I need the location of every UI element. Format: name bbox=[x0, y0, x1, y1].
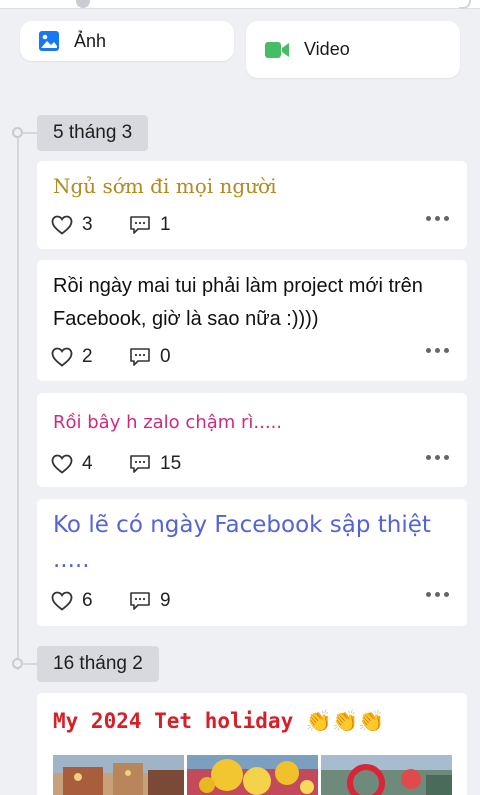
post-card[interactable]: Rồi ngày mai tui phải làm project mới tr… bbox=[37, 260, 467, 381]
post-photo[interactable] bbox=[321, 755, 452, 795]
timeline-line bbox=[17, 130, 19, 670]
post-card[interactable]: Rồi bây h zalo chậm rì..... 4 15 bbox=[37, 393, 467, 487]
like-count[interactable]: 6 bbox=[51, 590, 93, 612]
post-card[interactable]: Ngủ sớm đi mọi người 3 1 bbox=[37, 161, 467, 249]
comment-count[interactable]: 9 bbox=[129, 590, 171, 612]
post-card[interactable]: My 2024 Tet holiday 👏👏👏 bbox=[37, 693, 467, 795]
heart-icon bbox=[51, 215, 73, 235]
comment-icon bbox=[130, 216, 150, 234]
comment-count-value: 0 bbox=[160, 346, 171, 367]
comment-count[interactable]: 1 bbox=[129, 214, 171, 236]
comment-count[interactable]: 15 bbox=[129, 453, 181, 475]
comment-count-value: 15 bbox=[160, 453, 182, 474]
post-stats: 6 9 bbox=[51, 588, 453, 614]
photo-button[interactable]: Ảnh bbox=[20, 21, 234, 61]
like-count[interactable]: 4 bbox=[51, 453, 93, 475]
post-text: Ko lẽ có ngày Facebook sập thiệt ..... bbox=[53, 512, 431, 573]
like-count-value: 2 bbox=[82, 346, 93, 367]
heart-icon bbox=[51, 347, 73, 367]
post-stats: 4 15 bbox=[51, 451, 453, 477]
like-count[interactable]: 2 bbox=[51, 346, 93, 368]
heart-icon bbox=[51, 591, 73, 611]
like-count-value: 6 bbox=[82, 590, 93, 611]
more-dots-icon[interactable] bbox=[426, 455, 449, 460]
photo-grid bbox=[53, 755, 452, 795]
like-count-value: 4 bbox=[82, 453, 93, 474]
post-text: My 2024 Tet holiday 👏👏👏 bbox=[53, 709, 385, 733]
post-text: Rồi bây h zalo chậm rì..... bbox=[53, 412, 283, 433]
photo-icon bbox=[38, 30, 60, 52]
top-edge bbox=[459, 0, 471, 9]
top-bar bbox=[0, 0, 480, 9]
post-photo[interactable] bbox=[187, 755, 318, 795]
comment-icon bbox=[130, 592, 150, 610]
comment-count-value: 1 bbox=[160, 214, 171, 235]
photo-label: Ảnh bbox=[74, 30, 107, 51]
heart-icon bbox=[51, 454, 73, 474]
post-photo[interactable] bbox=[53, 755, 184, 795]
more-dots-icon[interactable] bbox=[426, 216, 449, 221]
comment-count[interactable]: 0 bbox=[129, 346, 171, 368]
date-header: 5 tháng 3 bbox=[37, 115, 149, 151]
video-camera-icon bbox=[264, 40, 290, 60]
timeline-connector bbox=[22, 132, 38, 134]
more-dots-icon[interactable] bbox=[426, 348, 449, 353]
post-text: Ngủ sớm đi mọi người bbox=[53, 174, 277, 198]
comment-count-value: 9 bbox=[160, 590, 171, 611]
video-label: Video bbox=[304, 39, 350, 59]
like-count[interactable]: 3 bbox=[51, 214, 93, 236]
comment-icon bbox=[130, 455, 150, 473]
post-card[interactable]: Ko lẽ có ngày Facebook sập thiệt ..... 6… bbox=[37, 499, 467, 626]
post-stats: 2 0 bbox=[51, 344, 453, 370]
date-header: 16 tháng 2 bbox=[37, 646, 159, 682]
comment-icon bbox=[130, 348, 150, 366]
more-dots-icon[interactable] bbox=[426, 592, 449, 597]
video-button[interactable]: Video bbox=[246, 21, 460, 78]
post-text: Rồi ngày mai tui phải làm project mới tr… bbox=[53, 275, 423, 330]
timeline-connector bbox=[22, 663, 38, 665]
avatar[interactable] bbox=[76, 0, 90, 8]
post-stats: 3 1 bbox=[51, 212, 453, 238]
like-count-value: 3 bbox=[82, 214, 93, 235]
